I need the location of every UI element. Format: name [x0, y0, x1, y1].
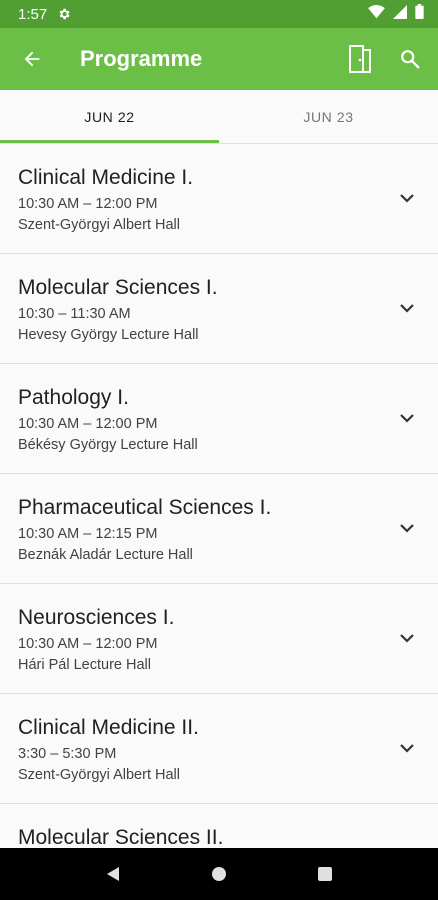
status-bar: 1:57 [0, 0, 438, 28]
status-time: 1:57 [18, 5, 48, 23]
session-time: 10:30 AM – 12:15 PM [18, 526, 158, 542]
session-time: 10:30 AM – 12:00 PM [18, 196, 158, 212]
list-item[interactable]: Molecular Sciences I. 10:30 – 11:30 AM H… [0, 254, 438, 364]
session-time: 10:30 AM – 12:00 PM [18, 416, 158, 432]
search-icon[interactable] [394, 43, 426, 75]
session-room: Szent-Györgyi Albert Hall [18, 767, 180, 783]
list-item[interactable]: Neurosciences I. 10:30 AM – 12:00 PM Hár… [0, 584, 438, 694]
chevron-down-icon[interactable] [396, 187, 418, 209]
chevron-down-icon[interactable] [396, 297, 418, 319]
session-title: Molecular Sciences I. [18, 276, 218, 299]
settings-icon [57, 7, 71, 21]
session-list: Clinical Medicine I. 10:30 AM – 12:00 PM… [0, 143, 438, 849]
tab-jun-22[interactable]: JUN 22 [0, 90, 219, 143]
list-item[interactable]: Pathology I. 10:30 AM – 12:00 PM Békésy … [0, 364, 438, 474]
list-item[interactable]: Clinical Medicine II. 3:30 – 5:30 PM Sze… [0, 694, 438, 804]
system-nav-bar [0, 848, 438, 900]
session-room: Hári Pál Lecture Hall [18, 657, 151, 673]
session-title: Pharmaceutical Sciences I. [18, 496, 272, 519]
session-time: 10:30 AM – 12:00 PM [18, 636, 158, 652]
session-title: Neurosciences I. [18, 606, 175, 629]
date-tabs: JUN 22 JUN 23 [0, 90, 438, 143]
session-time: 3:30 – 5:30 PM [18, 746, 117, 762]
status-indicators [368, 4, 424, 24]
session-room: Beznák Aladár Lecture Hall [18, 547, 193, 563]
tab-jun-23[interactable]: JUN 23 [219, 90, 438, 143]
list-item[interactable]: Clinical Medicine I. 10:30 AM – 12:00 PM… [0, 144, 438, 254]
signal-icon [393, 4, 407, 24]
app-bar: Programme [0, 28, 438, 90]
list-item[interactable]: Molecular Sciences II. [0, 804, 438, 849]
back-arrow-icon[interactable] [16, 43, 48, 75]
battery-icon [415, 4, 424, 24]
chevron-down-icon[interactable] [396, 517, 418, 539]
session-room: Szent-Györgyi Albert Hall [18, 217, 180, 233]
nav-recents-icon[interactable] [305, 854, 345, 894]
session-title: Clinical Medicine I. [18, 166, 194, 189]
list-item[interactable]: Pharmaceutical Sciences I. 10:30 AM – 12… [0, 474, 438, 584]
wifi-icon [368, 4, 385, 24]
session-room: Hevesy György Lecture Hall [18, 327, 199, 343]
session-room: Békésy György Lecture Hall [18, 437, 198, 453]
chevron-down-icon[interactable] [396, 407, 418, 429]
chevron-down-icon[interactable] [396, 737, 418, 759]
session-title: Clinical Medicine II. [18, 716, 199, 739]
session-title: Molecular Sciences II. [18, 826, 224, 849]
exit-door-icon[interactable] [344, 43, 376, 75]
session-title: Pathology I. [18, 386, 129, 409]
session-time: 10:30 – 11:30 AM [18, 306, 131, 322]
chevron-down-icon[interactable] [396, 627, 418, 649]
nav-home-icon[interactable] [199, 854, 239, 894]
page-title: Programme [80, 46, 203, 71]
nav-back-icon[interactable] [93, 854, 133, 894]
